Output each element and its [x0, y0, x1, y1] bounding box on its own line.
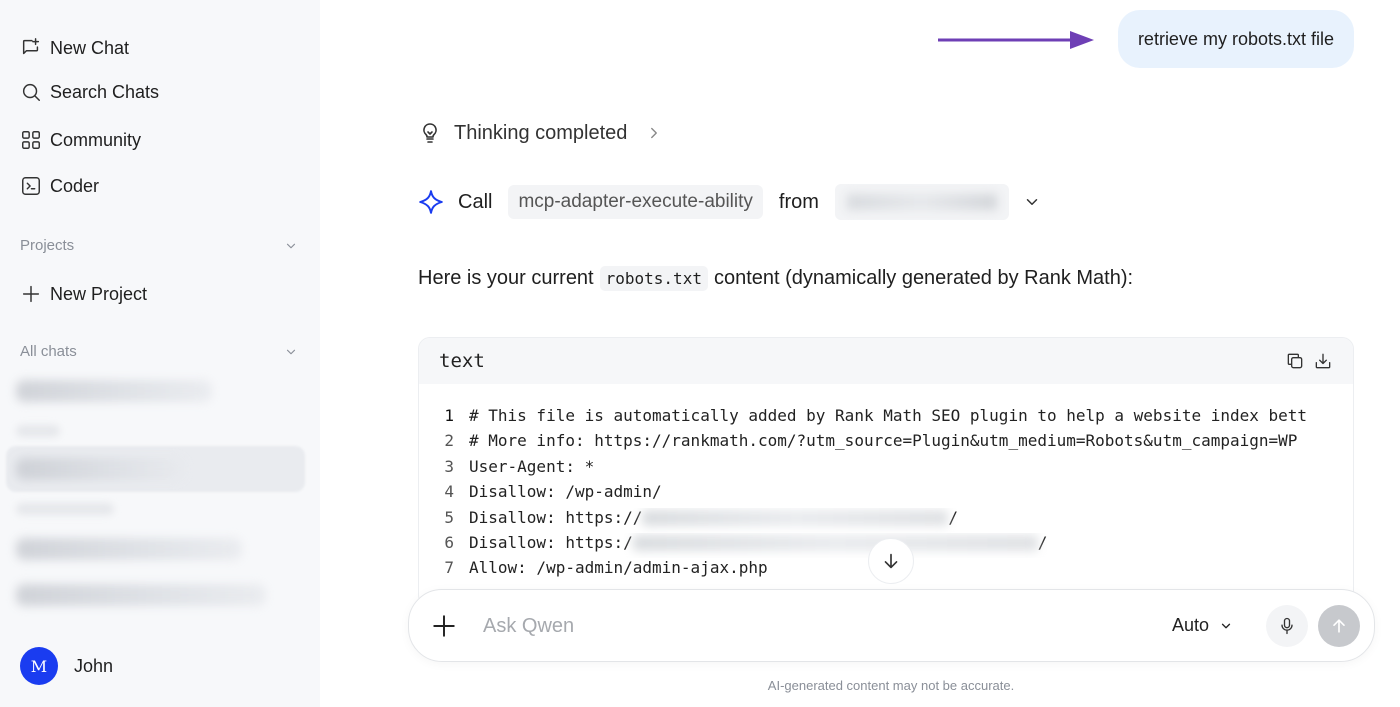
search-chats-button[interactable]: Search Chats: [20, 81, 159, 103]
arrow-up-icon: [1333, 619, 1345, 633]
call-label: Call: [458, 190, 493, 213]
chat-history-item-redacted[interactable]: [16, 380, 212, 402]
code-line: 3 User-Agent: *: [419, 457, 1353, 482]
chevron-down-icon: [286, 243, 296, 248]
attach-plus-icon[interactable]: [431, 613, 457, 639]
new-project-label: New Project: [50, 283, 148, 304]
assistant-intro-text: Here is your current robots.txt content …: [418, 266, 1133, 291]
community-button[interactable]: Community: [20, 129, 141, 151]
new-chat-label: New Chat: [50, 37, 130, 58]
ai-disclaimer: AI-generated content may not be accurate…: [0, 678, 1400, 693]
copy-icon[interactable]: [1285, 351, 1305, 371]
code-line: 5 Disallow: https:// /: [419, 508, 1353, 533]
plus-icon: [22, 285, 40, 303]
line-text: Disallow: https:// /: [469, 508, 958, 533]
coder-button[interactable]: Coder: [20, 175, 99, 197]
sidebar: New Chat Search Chats Community Coder Pr…: [0, 0, 320, 707]
line-text-start: Disallow: https://: [469, 507, 643, 527]
chat-history-item-redacted[interactable]: [16, 538, 242, 560]
chat-group-label-redacted: [16, 425, 60, 437]
scroll-to-bottom-button[interactable]: [868, 538, 914, 584]
terminal-icon: [22, 177, 40, 195]
coder-label: Coder: [50, 175, 100, 196]
new-chat-button[interactable]: New Chat: [20, 37, 129, 59]
chevron-down-icon: [286, 349, 296, 354]
chat-history-item-redacted: [16, 458, 184, 480]
search-chats-label: Search Chats: [50, 81, 160, 102]
new-chat-icon: [22, 38, 40, 55]
sparkle-icon: [419, 190, 443, 214]
line-number: 4: [444, 482, 454, 502]
projects-section-header[interactable]: Projects: [20, 237, 298, 254]
line-text: User-Agent: *: [469, 456, 595, 476]
line-text-end: /: [1037, 532, 1048, 552]
lightbulb-icon: [423, 123, 437, 143]
mode-label: Auto: [1172, 615, 1210, 635]
line-text: Disallow: /wp-admin/: [469, 482, 662, 502]
chevron-right-icon: [651, 127, 658, 139]
line-number: 7: [444, 558, 454, 578]
thinking-status-toggle[interactable]: Thinking completed: [418, 121, 663, 145]
line-number: 5: [444, 507, 454, 527]
ai-disclaimer-text: AI-generated content may not be accurate…: [767, 678, 1015, 693]
send-button[interactable]: [1318, 605, 1360, 647]
download-icon[interactable]: [1313, 351, 1333, 371]
redacted-url: [642, 510, 949, 527]
code-line: 1 # This file is automatically added by R…: [419, 406, 1353, 431]
line-number: 2: [444, 431, 454, 451]
community-label: Community: [50, 129, 142, 150]
new-project-button[interactable]: New Project: [20, 283, 147, 305]
arrow-down-icon: [884, 553, 898, 569]
grid-icon: [22, 131, 40, 149]
user-name: John: [74, 655, 114, 676]
redacted-url: [632, 535, 1038, 552]
chat-group-label-redacted: [16, 503, 114, 515]
arrow-annotation: [938, 31, 1094, 49]
code-block-header: text: [419, 338, 1353, 384]
code-line: 2 # More info: https://rankmath.com/?utm_…: [419, 431, 1353, 456]
line-text: Disallow: https:/ /: [469, 533, 1047, 558]
code-line: 4 Disallow: /wp-admin/: [419, 482, 1353, 507]
intro-text-after: content (dynamically generated by Rank M…: [713, 267, 1134, 289]
line-number: 6: [444, 532, 454, 552]
voice-input-button[interactable]: [1266, 605, 1308, 647]
line-text: Allow: /wp-admin/admin-ajax.php: [469, 558, 768, 578]
message-composer: Auto: [408, 589, 1375, 662]
inline-code-filename: robots.txt: [599, 266, 708, 291]
chevron-down-icon[interactable]: [1023, 193, 1041, 211]
line-text: # More info: https://rankmath.com/?utm_s…: [469, 431, 1298, 451]
line-number: 1: [444, 406, 454, 425]
thinking-status-label: Thinking completed: [454, 121, 628, 144]
line-text-start: Disallow: https:/: [469, 532, 633, 552]
chat-history-item-redacted[interactable]: [16, 584, 266, 606]
chat-input[interactable]: [483, 608, 1083, 644]
search-icon: [22, 83, 40, 101]
microphone-icon: [1281, 617, 1293, 635]
line-number: 3: [444, 456, 454, 476]
all-chats-label: All chats: [20, 343, 77, 360]
mode-selector[interactable]: Auto: [1172, 615, 1233, 636]
tool-name-chip: mcp-adapter-execute-ability: [508, 185, 763, 219]
from-label: from: [778, 190, 819, 213]
user-message-bubble: retrieve my robots.txt file: [1117, 10, 1354, 68]
all-chats-section-header[interactable]: All chats: [20, 343, 298, 360]
chevron-down-icon: [1221, 623, 1231, 628]
tool-call-row[interactable]: Call mcp-adapter-execute-ability from: [418, 184, 1041, 220]
code-language-label: text: [439, 350, 485, 372]
line-text: # This file is automatically added by Ra…: [469, 406, 1308, 425]
server-name-redacted: [834, 184, 1009, 220]
intro-text-before: Here is your current: [418, 267, 594, 289]
projects-label: Projects: [20, 237, 75, 254]
line-text-end: /: [948, 507, 959, 527]
